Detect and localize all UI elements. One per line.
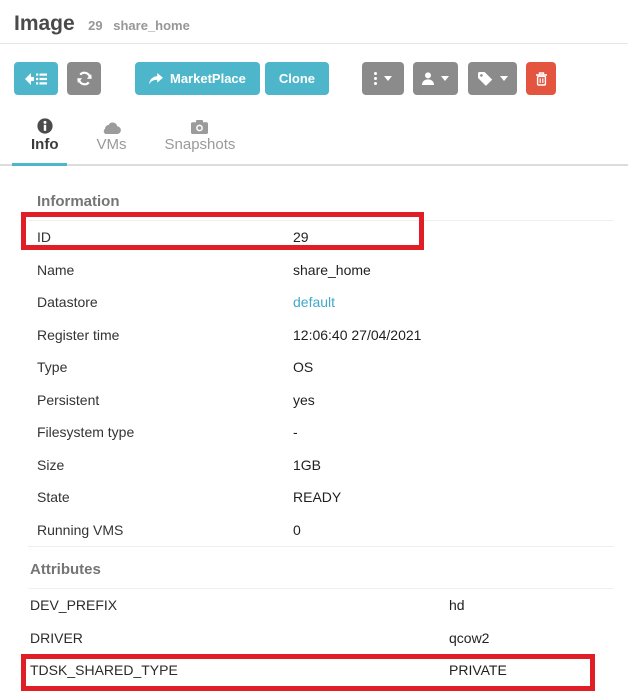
share-icon xyxy=(149,73,163,85)
tables-divider xyxy=(28,546,614,547)
back-to-list-button[interactable] xyxy=(14,62,58,95)
table-row: Datastore default xyxy=(0,286,628,319)
caret-down-icon xyxy=(500,76,508,81)
row-label: Type xyxy=(37,359,293,375)
row-label: Name xyxy=(37,262,293,278)
back-list-icon xyxy=(25,72,47,86)
table-row: Name share_home xyxy=(0,254,628,287)
row-value: 1GB xyxy=(293,457,321,473)
ellipsis-v-icon xyxy=(374,72,377,85)
row-label: Register time xyxy=(37,327,293,343)
row-label: Size xyxy=(37,457,293,473)
row-value: qcow2 xyxy=(449,630,489,646)
caret-down-icon xyxy=(384,76,392,81)
page-title: Image xyxy=(14,12,75,36)
tab-info[interactable]: Info xyxy=(12,117,78,164)
tab-vms-label: VMs xyxy=(97,136,127,153)
delete-button[interactable] xyxy=(526,62,556,95)
detail-tabs: Info VMs Snapshots xyxy=(0,117,628,166)
table-row: Persistent yes xyxy=(0,384,628,417)
marketplace-button[interactable]: MarketPlace xyxy=(135,62,260,95)
row-value: hd xyxy=(449,597,465,613)
table-row: Type OS xyxy=(0,351,628,384)
attributes-section-title: Attributes xyxy=(30,561,628,578)
row-label: DEV_PREFIX xyxy=(30,597,449,613)
row-label: Datastore xyxy=(37,294,293,310)
trash-icon xyxy=(535,72,548,86)
row-label: Running VMS xyxy=(37,522,293,538)
refresh-icon xyxy=(77,71,92,86)
clone-button[interactable]: Clone xyxy=(265,62,329,95)
row-label: TDSK_SHARED_TYPE xyxy=(30,662,449,678)
resource-name: share_home xyxy=(113,18,190,33)
table-row: ID 29 xyxy=(0,221,628,254)
tab-snapshots-label: Snapshots xyxy=(165,136,236,153)
tab-vms[interactable]: VMs xyxy=(78,117,146,164)
labels-dropdown[interactable] xyxy=(468,62,517,95)
tab-info-label: Info xyxy=(31,136,59,153)
row-value: READY xyxy=(293,489,341,505)
camera-icon xyxy=(191,117,208,134)
marketplace-button-label: MarketPlace xyxy=(170,71,246,86)
row-value: yes xyxy=(293,392,315,408)
attributes-table: DEV_PREFIX hd DRIVER qcow2 TDSK_SHARED_T… xyxy=(0,589,628,687)
table-row: Size 1GB xyxy=(0,449,628,482)
row-value: 12:06:40 27/04/2021 xyxy=(293,327,421,343)
tab-snapshots[interactable]: Snapshots xyxy=(146,117,255,164)
row-value: - xyxy=(293,424,298,440)
image-detail-page: Image 29 share_home xyxy=(0,0,628,694)
row-value: 0 xyxy=(293,522,301,538)
page-header: Image 29 share_home xyxy=(0,0,628,44)
row-value: PRIVATE xyxy=(449,662,507,678)
clone-button-label: Clone xyxy=(279,71,315,86)
information-table: ID 29 Name share_home Datastore default … xyxy=(0,221,628,546)
table-row: Filesystem type - xyxy=(0,416,628,449)
cloud-icon xyxy=(102,117,121,134)
table-row: TDSK_SHARED_TYPE PRIVATE xyxy=(0,654,628,687)
table-row: DRIVER qcow2 xyxy=(0,622,628,655)
more-actions-dropdown[interactable] xyxy=(362,62,404,95)
row-value: share_home xyxy=(293,262,371,278)
datastore-link[interactable]: default xyxy=(293,294,335,310)
information-section-title: Information xyxy=(37,193,628,210)
refresh-button[interactable] xyxy=(67,62,101,95)
ownership-dropdown[interactable] xyxy=(413,62,458,95)
row-label: ID xyxy=(37,229,293,245)
table-row: Register time 12:06:40 27/04/2021 xyxy=(0,319,628,352)
row-value: OS xyxy=(293,359,313,375)
row-value: 29 xyxy=(293,229,309,245)
active-tab-indicator xyxy=(12,163,67,166)
row-label: DRIVER xyxy=(30,630,449,646)
row-label: Persistent xyxy=(37,392,293,408)
resource-id: 29 xyxy=(88,18,102,33)
table-row: State READY xyxy=(0,481,628,514)
table-row: DEV_PREFIX hd xyxy=(0,589,628,622)
page-subtitle: 29 share_home xyxy=(88,18,190,33)
row-label: Filesystem type xyxy=(37,424,293,440)
caret-down-icon xyxy=(441,76,449,81)
row-label: State xyxy=(37,489,293,505)
user-icon xyxy=(422,72,434,85)
tag-icon xyxy=(478,72,493,86)
toolbar: MarketPlace Clone xyxy=(0,44,628,95)
info-circle-icon xyxy=(37,117,53,134)
table-row: Running VMS 0 xyxy=(0,514,628,547)
